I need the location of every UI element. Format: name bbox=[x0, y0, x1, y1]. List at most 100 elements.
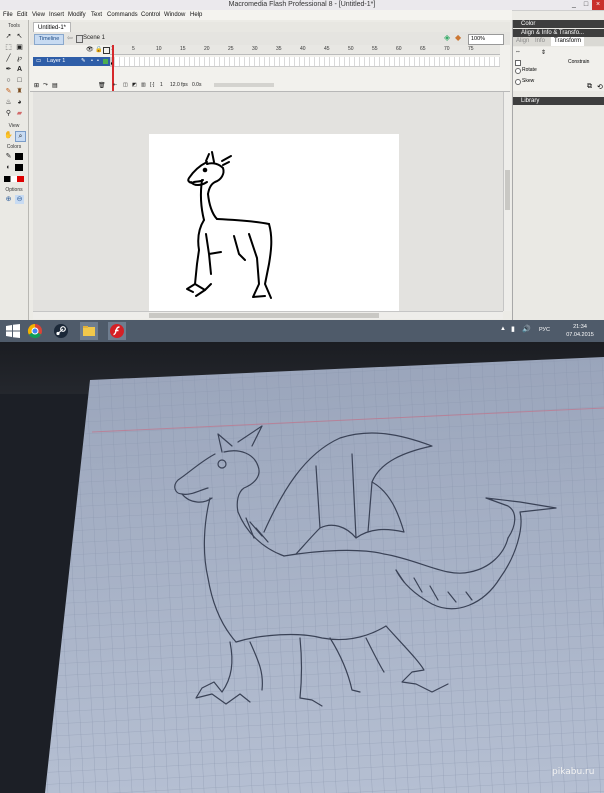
windows-start-icon[interactable] bbox=[4, 322, 22, 340]
stage-vertical-scrollbar[interactable] bbox=[503, 92, 511, 311]
menu-window[interactable]: Window bbox=[164, 10, 185, 20]
maximize-button[interactable]: □ bbox=[580, 0, 592, 10]
fill-swatch[interactable] bbox=[15, 164, 23, 171]
stroke-color-icon[interactable]: ✎ bbox=[4, 152, 13, 161]
delete-layer-icon[interactable]: 🗑 bbox=[98, 82, 106, 89]
outline-icon[interactable] bbox=[103, 47, 110, 54]
motion-guide-icon[interactable]: ⤳ bbox=[43, 82, 48, 89]
text-icon[interactable]: A bbox=[15, 65, 24, 74]
timeline-toggle-button[interactable]: Timeline bbox=[34, 34, 64, 45]
ruler-tick: 50 bbox=[348, 46, 354, 52]
ruler-tick: 65 bbox=[420, 46, 426, 52]
menu-bar: File Edit View Insert Modify Text Comman… bbox=[0, 10, 512, 20]
stage[interactable] bbox=[149, 134, 399, 311]
menu-view[interactable]: View bbox=[32, 10, 45, 20]
eraser-icon[interactable]: ▰ bbox=[15, 109, 24, 118]
eyedropper-icon[interactable]: ⚲ bbox=[4, 109, 13, 118]
menu-commands[interactable]: Commands bbox=[107, 10, 138, 20]
menu-modify[interactable]: Modify bbox=[68, 10, 86, 20]
tab-transform[interactable]: Transform bbox=[551, 37, 585, 46]
edit-multiple-icon[interactable]: ▥ bbox=[141, 81, 146, 90]
hscroll-thumb[interactable] bbox=[149, 313, 379, 318]
zoom-icon[interactable]: ⌕ bbox=[15, 131, 26, 142]
layer-outline-color[interactable] bbox=[103, 59, 108, 64]
menu-file[interactable]: File bbox=[3, 10, 13, 20]
swap-colors-icon[interactable] bbox=[4, 176, 24, 182]
vscroll-thumb[interactable] bbox=[505, 170, 510, 210]
clock-time: 21:34 bbox=[573, 324, 587, 330]
rotate-radio[interactable] bbox=[515, 68, 521, 74]
zoom-select[interactable]: 100% bbox=[468, 34, 504, 45]
pen-icon[interactable]: ✒ bbox=[4, 65, 13, 74]
chrome-icon[interactable] bbox=[26, 322, 44, 340]
skew-radio[interactable] bbox=[515, 79, 521, 85]
fill-transform-icon[interactable]: ▣ bbox=[15, 43, 24, 52]
right-panels: Color Align & Info & Transfo... Align In… bbox=[512, 20, 604, 320]
copy-transform-icon[interactable]: ⧉ bbox=[587, 83, 592, 91]
ink-bottle-icon[interactable]: ♨ bbox=[4, 98, 13, 107]
file-explorer-icon[interactable] bbox=[80, 322, 98, 340]
center-frame-icon[interactable]: ⇤ bbox=[113, 81, 117, 90]
onion-outline-icon[interactable]: ◩ bbox=[132, 81, 137, 90]
zoom-out-icon[interactable]: ⊖ bbox=[15, 195, 24, 204]
ruler-tick: 60 bbox=[396, 46, 402, 52]
language-indicator[interactable]: РУС bbox=[539, 327, 550, 333]
layer-row[interactable]: ▭ Layer 1 ✎ • • bbox=[33, 57, 110, 66]
stage-horizontal-scrollbar[interactable] bbox=[33, 311, 503, 319]
free-transform-icon[interactable]: ⬚ bbox=[4, 43, 13, 52]
ruler-tick: 75 bbox=[468, 46, 474, 52]
selection-icon[interactable]: ➚ bbox=[4, 32, 13, 41]
pencil-icon[interactable]: ✎ bbox=[4, 87, 13, 96]
reset-transform-icon[interactable]: ⟲ bbox=[597, 83, 603, 91]
volume-icon[interactable]: 🔊 bbox=[522, 325, 531, 333]
menu-text[interactable]: Text bbox=[91, 10, 102, 20]
edit-scene-icon[interactable]: ◈ bbox=[444, 33, 450, 42]
insert-layer-icon[interactable]: ⊞ bbox=[34, 82, 39, 89]
eye-icon[interactable]: 👁 bbox=[86, 46, 94, 53]
tab-info[interactable]: Info bbox=[535, 37, 545, 46]
close-button[interactable]: × bbox=[592, 0, 604, 10]
rectangle-icon[interactable]: □ bbox=[15, 76, 24, 85]
paint-bucket-icon[interactable]: ◕ bbox=[15, 98, 24, 107]
watermark: pikabu.ru bbox=[552, 767, 595, 777]
menu-help[interactable]: Help bbox=[190, 10, 202, 20]
network-icon[interactable]: ▮ bbox=[511, 325, 515, 333]
timeline-hscroll[interactable] bbox=[214, 83, 274, 87]
flash-icon[interactable] bbox=[108, 322, 126, 340]
tray-arrow-icon[interactable]: ▲ bbox=[500, 326, 506, 332]
tab-align[interactable]: Align bbox=[516, 37, 529, 46]
frames-row[interactable] bbox=[110, 57, 500, 67]
fill-color-icon[interactable]: ◐ bbox=[4, 163, 13, 172]
onion-skin-icon[interactable]: ◫ bbox=[123, 81, 128, 90]
layer-visible-dot[interactable]: • bbox=[91, 57, 93, 66]
insert-folder-icon[interactable]: ▤ bbox=[52, 82, 58, 89]
line-icon[interactable]: ╱ bbox=[4, 54, 13, 63]
minimize-button[interactable]: _ bbox=[568, 0, 580, 10]
clock[interactable]: 21:34 07.04.2015 bbox=[560, 323, 600, 339]
menu-insert[interactable]: Insert bbox=[49, 10, 64, 20]
zoom-in-icon[interactable]: ⊕ bbox=[4, 195, 13, 204]
layer-lock-dot[interactable]: • bbox=[97, 57, 99, 66]
lasso-icon[interactable]: ℘ bbox=[15, 54, 24, 63]
constrain-checkbox[interactable] bbox=[515, 60, 521, 66]
subselection-icon[interactable]: ↖ bbox=[15, 32, 24, 41]
library-panel-header[interactable]: Library bbox=[513, 97, 604, 105]
menu-edit[interactable]: Edit bbox=[17, 10, 27, 20]
brush-icon[interactable]: ♜ bbox=[15, 87, 24, 96]
lock-icon[interactable]: 🔒 bbox=[95, 46, 102, 53]
scene-label[interactable]: Scene 1 bbox=[83, 34, 105, 43]
ruler-tick: 35 bbox=[276, 46, 282, 52]
ruler-tick: 25 bbox=[228, 46, 234, 52]
current-frame: 1 bbox=[160, 82, 163, 88]
steam-icon[interactable] bbox=[52, 322, 70, 340]
oval-icon[interactable]: ○ bbox=[4, 76, 13, 85]
stroke-swatch[interactable] bbox=[15, 153, 23, 160]
back-arrow-icon[interactable]: ⇦ bbox=[67, 34, 73, 42]
pencil-edit-icon: ✎ bbox=[81, 58, 86, 64]
hand-icon[interactable]: ✋ bbox=[4, 131, 13, 140]
edit-symbols-icon[interactable]: ◆ bbox=[455, 33, 461, 42]
align-panel-header[interactable]: Align & Info & Transfo... bbox=[513, 29, 604, 37]
onion-markers-icon[interactable]: [·] bbox=[150, 81, 154, 90]
menu-control[interactable]: Control bbox=[141, 10, 160, 20]
color-panel-header[interactable]: Color bbox=[513, 20, 604, 28]
